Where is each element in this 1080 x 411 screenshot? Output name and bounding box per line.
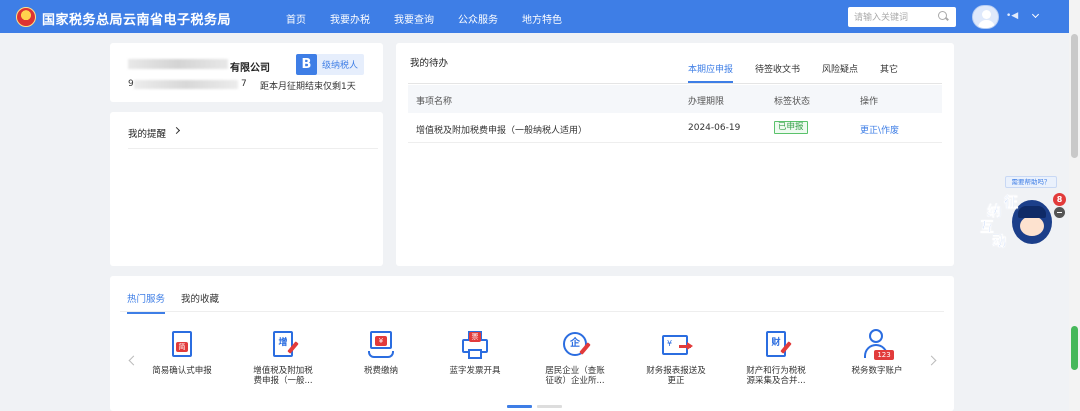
divider	[128, 148, 378, 149]
taxpayer-grade-badge: B 级纳税人	[296, 54, 365, 75]
todo-item-name: 增值税及附加税费申报（一般纳税人适用）	[416, 126, 588, 136]
status-badge: 已申报	[774, 121, 808, 134]
service-label: 税务数字账户	[851, 366, 903, 376]
tax-assistant-widget[interactable]: 征 纳 互 动	[980, 192, 1056, 250]
carousel-pagination	[507, 405, 567, 408]
enterprise-seal-icon: 企	[558, 328, 592, 362]
user-account-icon: 123	[860, 328, 894, 362]
scroll-document-icon: 简	[165, 328, 199, 362]
service-financial-report[interactable]: ¥ 财务报表报送及 更正	[636, 328, 716, 386]
nav-item-public-service[interactable]: 公众服务	[458, 11, 498, 26]
service-label: 居民企业（查账 征收）企业所...	[545, 366, 605, 386]
carousel-next-icon[interactable]	[926, 355, 937, 366]
tax-bureau-emblem-icon[interactable]	[16, 7, 36, 27]
nav-item-query[interactable]: 我要查询	[394, 11, 434, 26]
printer-icon: 票	[458, 328, 492, 362]
property-tax-form-icon: 财	[759, 328, 793, 362]
nav-item-local-features[interactable]: 地方特色	[522, 11, 562, 26]
divider	[120, 311, 944, 312]
search-icon[interactable]	[938, 11, 947, 20]
service-label: 财务报表报送及 更正	[646, 366, 706, 386]
table-row: 增值税及附加税费申报（一般纳税人适用） 2024-06-19 已申报 更正\作废	[408, 113, 942, 143]
service-label: 税费缴纳	[363, 366, 398, 376]
column-header-deadline: 办理期限	[688, 97, 725, 107]
divider	[408, 83, 942, 84]
notification-count-badge: 8	[1053, 193, 1066, 206]
column-header-action: 操作	[860, 97, 879, 107]
company-info-card: 有限公司 B 级纳税人 9 7 距本月征期结束仅剩1天	[110, 43, 383, 102]
service-blue-invoice[interactable]: 票 蓝字发票开具	[435, 328, 515, 376]
assistant-avatar-icon	[1012, 200, 1052, 244]
service-enterprise-income-tax[interactable]: 企 居民企业（查账 征收）企业所...	[535, 328, 615, 386]
avatar[interactable]	[972, 5, 999, 29]
assistant-char: 征	[1004, 195, 1018, 211]
service-property-behavior-tax[interactable]: 财 财产和行为税税 源采集及合并...	[736, 328, 816, 386]
top-header: 国家税务总局云南省电子税务局 首页 我要办税 我要查询 公众服务 地方特色 •◀	[0, 0, 1080, 33]
service-label: 增值税及附加税 费申报（一般...	[253, 366, 313, 386]
page-dot-1[interactable]	[507, 405, 532, 408]
page-scrollbar[interactable]	[1069, 0, 1080, 411]
payment-hand-icon: ¥	[364, 328, 398, 362]
carousel-prev-icon[interactable]	[128, 355, 139, 366]
help-tooltip[interactable]: 需要帮助吗？	[1005, 176, 1057, 188]
column-header-status: 标签状态	[774, 97, 811, 107]
tab-current-filing[interactable]: 本期应申报	[688, 62, 734, 83]
service-label: 财产和行为税税 源采集及合并...	[746, 366, 806, 386]
assistant-char: 动	[992, 234, 1006, 250]
scrollbar-thumb[interactable]	[1071, 34, 1078, 158]
service-simple-declaration[interactable]: 简 简易确认式申报	[142, 328, 222, 376]
vat-form-icon: 增	[266, 328, 300, 362]
reminder-card: 我的提醒	[110, 112, 383, 266]
grade-text: 级纳税人	[322, 61, 359, 71]
minimize-icon[interactable]	[1054, 207, 1065, 218]
redacted-tax-id	[134, 80, 238, 89]
side-progress-indicator	[1071, 326, 1078, 370]
services-card: 热门服务 我的收藏 简 简易确认式申报 增 增值税及附加税 费申报（一般... …	[110, 276, 954, 411]
financial-report-icon: ¥	[659, 328, 693, 362]
chevron-right-icon[interactable]	[172, 126, 181, 135]
user-name[interactable]: •◀	[1006, 11, 1018, 21]
main-nav: 首页 我要办税 我要查询 公众服务 地方特色	[286, 11, 586, 26]
company-name-suffix: 有限公司	[230, 63, 270, 74]
service-vat-declaration[interactable]: 增 增值税及附加税 费申报（一般...	[243, 328, 323, 386]
service-label: 蓝字发票开具	[449, 366, 501, 376]
todo-table-header: 事项名称 办理期限 标签状态 操作	[408, 85, 942, 113]
tab-other[interactable]: 其它	[880, 62, 898, 83]
reminder-title[interactable]: 我的提醒	[128, 126, 166, 140]
tax-id-start: 9	[128, 79, 134, 89]
page-dot-2[interactable]	[537, 405, 562, 408]
todo-card: 我的待办 本期应申报 待签收文书 风险疑点 其它 事项名称 办理期限 标签状态 …	[396, 43, 954, 266]
tab-risk-issues[interactable]: 风险疑点	[822, 62, 858, 83]
chevron-down-icon[interactable]	[1031, 10, 1040, 19]
grade-letter: B	[296, 54, 317, 75]
nav-item-handle-tax[interactable]: 我要办税	[330, 11, 370, 26]
column-header-item: 事项名称	[416, 97, 453, 107]
service-label: 简易确认式申报	[152, 366, 212, 376]
tab-pending-documents[interactable]: 待签收文书	[755, 62, 800, 83]
correct-void-link[interactable]: 更正\作废	[860, 123, 899, 136]
tax-id-end: 7	[241, 79, 247, 89]
service-digital-tax-account[interactable]: 123 税务数字账户	[837, 328, 917, 376]
nav-item-home[interactable]: 首页	[286, 11, 306, 26]
todo-tabs: 本期应申报 待签收文书 风险疑点 其它	[688, 62, 920, 83]
service-tax-payment[interactable]: ¥ 税费缴纳	[341, 328, 421, 376]
redacted-company-name	[128, 59, 228, 69]
filing-deadline-countdown: 距本月征期结束仅剩1天	[260, 82, 356, 92]
todo-title: 我的待办	[410, 58, 449, 69]
todo-item-deadline: 2024-06-19	[688, 123, 741, 133]
site-title[interactable]: 国家税务总局云南省电子税务局	[42, 9, 231, 28]
